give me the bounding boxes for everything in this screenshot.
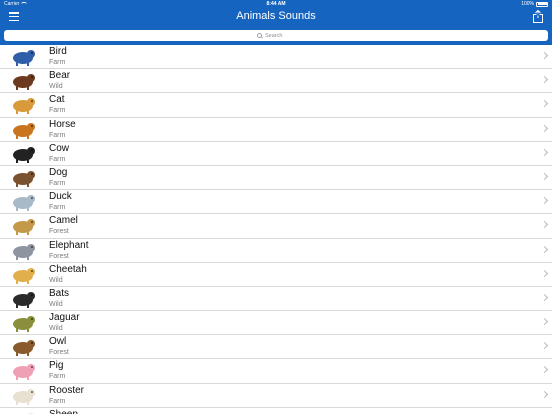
animal-habitat: Farm bbox=[49, 59, 66, 66]
animal-habitat: Farm bbox=[49, 179, 66, 187]
animal-name: Owl bbox=[49, 336, 67, 348]
cow-icon bbox=[13, 146, 35, 163]
animal-name: Cat bbox=[49, 94, 65, 106]
pig-icon bbox=[13, 364, 35, 381]
list-item[interactable]: Jaguar Wild bbox=[0, 311, 552, 336]
list-item[interactable]: Horse Farm bbox=[0, 117, 552, 142]
battery-icon bbox=[536, 1, 548, 7]
animal-name: Bear bbox=[49, 70, 71, 82]
page-title: Animals Sounds bbox=[236, 10, 316, 22]
chevron-right-icon bbox=[540, 100, 549, 108]
battery-status: 100% bbox=[521, 0, 548, 8]
chevron-right-icon bbox=[540, 197, 549, 205]
animal-name: Bats bbox=[49, 287, 70, 299]
nav-bar: Carrier 8:44 AM 100% Animals Sounds bbox=[0, 0, 552, 45]
cheetah-icon bbox=[13, 267, 35, 284]
chevron-right-icon bbox=[540, 76, 549, 84]
list-item[interactable]: Cat Farm bbox=[0, 93, 552, 118]
animal-habitat: Wild bbox=[49, 300, 63, 308]
chevron-right-icon bbox=[540, 51, 549, 60]
list-item[interactable]: Bats Wild bbox=[0, 286, 552, 312]
list-item[interactable]: Bear Wild bbox=[0, 69, 552, 94]
chevron-right-icon bbox=[540, 172, 549, 180]
animal-name: Duck bbox=[49, 191, 72, 203]
animal-habitat: Farm bbox=[49, 131, 66, 139]
animal-list: Bird Farm Bear Wild Cat Farm Horse Farm Cow Farm D… bbox=[0, 45, 552, 414]
chevron-right-icon bbox=[540, 245, 549, 253]
animal-habitat: Farm bbox=[49, 107, 66, 115]
list-item[interactable]: Duck Farm bbox=[0, 190, 552, 215]
chevron-right-icon bbox=[540, 269, 549, 277]
camel-icon bbox=[13, 219, 35, 236]
cat-icon bbox=[13, 98, 35, 115]
list-item[interactable]: Cheetah Wild bbox=[0, 262, 552, 287]
bat-icon bbox=[13, 291, 35, 308]
rooster-icon bbox=[13, 388, 35, 405]
animal-name: Horse bbox=[49, 118, 76, 130]
list-item[interactable]: Camel Forest bbox=[0, 214, 552, 239]
search-icon bbox=[257, 33, 262, 38]
clock: 8:44 AM bbox=[266, 1, 286, 7]
list-item[interactable]: Rooster Farm bbox=[0, 383, 552, 408]
animal-name: Cheetah bbox=[49, 263, 87, 275]
animal-habitat: Farm bbox=[49, 204, 66, 212]
list-item[interactable]: Dog Farm bbox=[0, 165, 552, 191]
animal-habitat: Forest bbox=[49, 252, 69, 260]
animal-habitat: Forest bbox=[49, 228, 69, 236]
list-item[interactable]: Cow Farm bbox=[0, 141, 552, 166]
chevron-right-icon bbox=[540, 221, 549, 229]
list-item[interactable]: Elephant Forest bbox=[0, 238, 552, 263]
dog-icon bbox=[13, 170, 35, 187]
share-icon[interactable] bbox=[532, 10, 544, 23]
chevron-right-icon bbox=[540, 293, 549, 301]
animal-name: Pig bbox=[49, 360, 64, 372]
chevron-right-icon bbox=[540, 318, 549, 326]
elephant-icon bbox=[13, 243, 35, 260]
animal-habitat: Farm bbox=[49, 373, 66, 381]
duck-icon bbox=[13, 195, 35, 212]
animal-habitat: Wild bbox=[49, 276, 63, 284]
bear-icon bbox=[13, 74, 35, 91]
list-item[interactable]: Pig Farm bbox=[0, 359, 552, 384]
search-input[interactable] bbox=[265, 32, 295, 39]
animal-name: Camel bbox=[49, 215, 78, 227]
search-bar[interactable] bbox=[4, 30, 548, 41]
chevron-right-icon bbox=[540, 342, 549, 350]
list-item[interactable]: Bird Farm bbox=[0, 45, 552, 70]
animal-habitat: Forest bbox=[49, 349, 69, 357]
animal-habitat: Wild bbox=[49, 83, 63, 91]
list-item[interactable]: SheepFarm bbox=[0, 407, 552, 414]
animal-name: Elephant bbox=[49, 239, 89, 251]
animal-habitat: Farm bbox=[49, 155, 66, 163]
animal-name: Bird bbox=[49, 46, 67, 57]
animal-name: Jaguar bbox=[49, 312, 80, 324]
chevron-right-icon bbox=[540, 124, 549, 132]
horse-icon bbox=[13, 122, 35, 139]
animal-name: Dog bbox=[49, 166, 68, 178]
jaguar-icon bbox=[13, 316, 35, 333]
animal-habitat: Wild bbox=[49, 325, 63, 333]
status-bar: Carrier 8:44 AM 100% bbox=[0, 0, 552, 8]
sheep-icon bbox=[28, 412, 34, 414]
bird-icon bbox=[13, 50, 35, 66]
chevron-right-icon bbox=[540, 366, 549, 374]
owl-icon bbox=[13, 340, 35, 357]
animal-name: Rooster bbox=[49, 384, 85, 396]
animal-habitat: Farm bbox=[49, 397, 66, 405]
list-item[interactable]: Owl Forest bbox=[0, 335, 552, 360]
animal-name: Sheep bbox=[49, 409, 78, 414]
chevron-right-icon bbox=[540, 390, 549, 398]
animal-name: Cow bbox=[49, 142, 70, 154]
chevron-right-icon bbox=[540, 148, 549, 156]
